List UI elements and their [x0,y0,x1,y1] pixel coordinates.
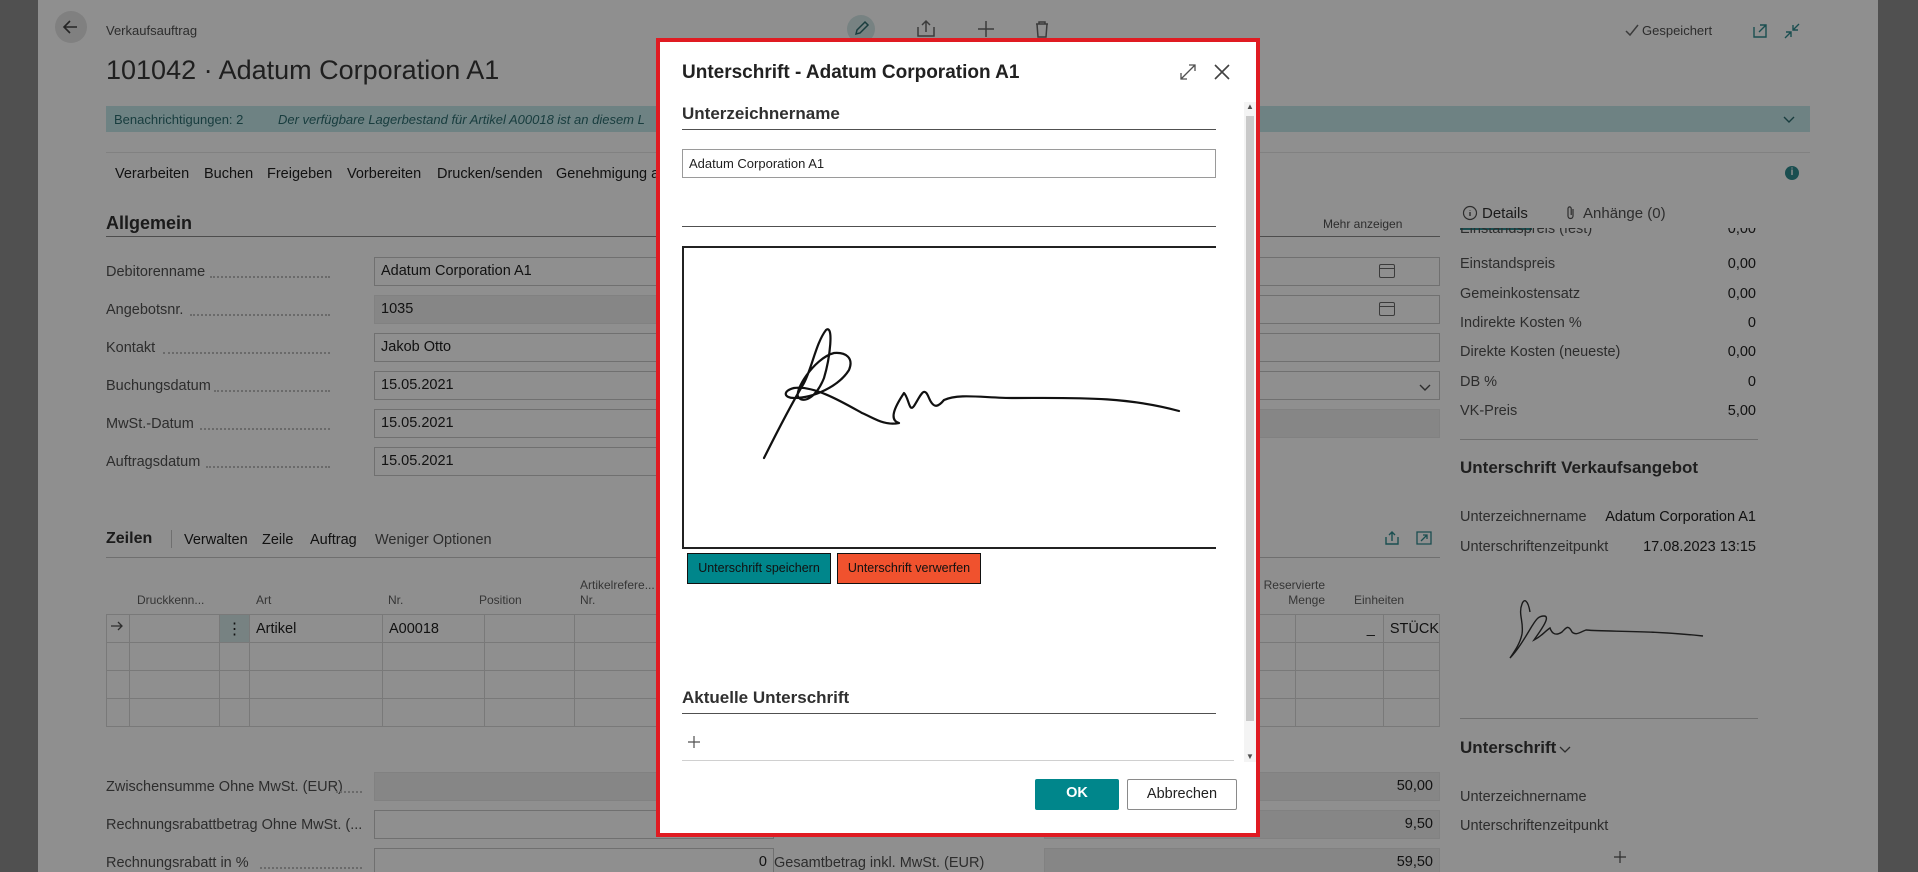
close-icon[interactable] [1212,62,1232,82]
ok-button[interactable]: OK [1035,779,1119,810]
discard-signature-button[interactable]: Unterschrift verwerfen [837,553,981,584]
cancel-button[interactable]: Abbrechen [1127,779,1237,810]
signature-drawing [762,328,1181,460]
dialog-title: Unterschrift - Adatum Corporation A1 [682,62,1020,83]
dialog-scrollbar[interactable]: ▲ ▼ [1244,102,1256,762]
signature-dialog: Unterschrift - Adatum Corporation A1 Unt… [656,38,1260,837]
signer-section-title: Unterzeichnername [682,104,840,123]
signature-canvas[interactable] [682,246,1216,549]
save-signature-button[interactable]: Unterschrift speichern [687,553,831,584]
signer-name-input[interactable]: Adatum Corporation A1 [682,149,1216,178]
current-signature-title: Aktuelle Unterschrift [682,688,850,707]
plus-icon[interactable] [687,735,701,749]
expand-icon[interactable] [1178,62,1198,82]
